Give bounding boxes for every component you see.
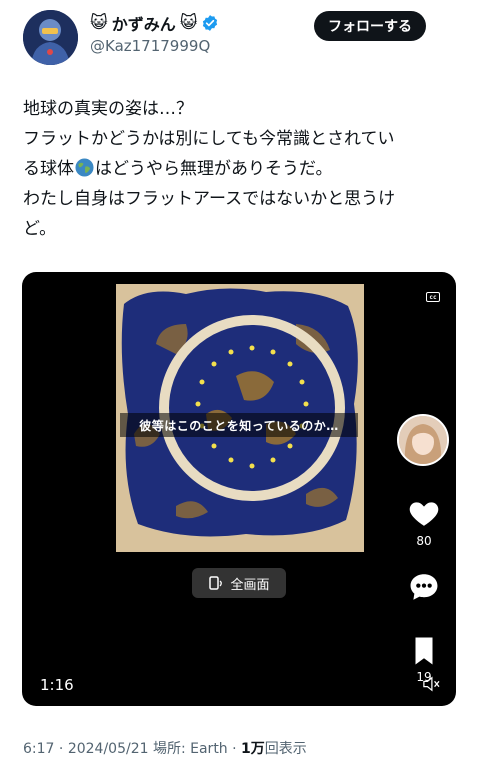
views-label: 回表示 [264,741,307,757]
video-player[interactable]: 彼等はこのことを知っているのか… cc 80 19 全画面 1:16 [22,272,456,706]
cat-emoji-right: 😺 [179,12,198,33]
tweet-date[interactable]: 2024/05/21 [68,741,149,757]
rotate-screen-icon [209,576,223,590]
user-avatar[interactable] [23,10,78,65]
views-count: 1万 [241,741,265,757]
tweet-header: 😺 かずみん 😺 @Kaz1717999Q フォローする [0,0,480,80]
heart-icon[interactable] [407,496,441,530]
cat-emoji-left: 😺 [90,12,108,33]
muted-speaker-icon[interactable] [422,676,440,692]
comment-icon[interactable] [407,570,441,604]
tweet-line: る球体 はどうやら無理がありそうだ。 [23,154,463,184]
tweet-line: フラットかどうかは別にしても今常識とされてい [23,129,395,149]
globe-emoji-icon [75,158,94,177]
user-handle[interactable]: @Kaz1717999Q [90,37,210,55]
bookmark-icon[interactable] [407,634,441,668]
creator-avatar[interactable] [397,414,449,466]
tweet-line: 地球の真実の姿は…？ [23,99,193,119]
fullscreen-button[interactable]: 全画面 [192,568,286,598]
closed-captions-icon[interactable]: cc [426,292,440,302]
tweet-text: 地球の真実の姿は…？ フラットかどうかは別にしても今常識とされてい る球体 はどう… [23,94,463,244]
tweet-line-part: る球体 [23,159,74,179]
video-duration: 1:16 [40,676,74,694]
follow-button[interactable]: フォローする [314,11,426,41]
tweet-line: ど。 [23,219,57,239]
video-caption: 彼等はこのことを知っているのか… [120,413,358,437]
tweet-meta: 6:17 · 2024/05/21 場所: Earth · 1万回表示 [23,738,307,758]
meta-separator: · [232,741,237,757]
like-count: 80 [416,534,432,548]
display-name: かずみん [111,15,176,34]
meta-separator: · [58,741,64,757]
tweet-location[interactable]: 場所: Earth [153,741,228,757]
display-name-row[interactable]: 😺 かずみん 😺 [90,11,219,35]
tweet-line-part: はどうやら無理がありそうだ。 [95,159,333,179]
tweet-time[interactable]: 6:17 [23,741,54,757]
tweet-line: わたし自身はフラットアースではないかと思うけ [23,189,396,209]
verified-badge-icon [203,15,218,31]
fullscreen-label: 全画面 [230,577,270,593]
